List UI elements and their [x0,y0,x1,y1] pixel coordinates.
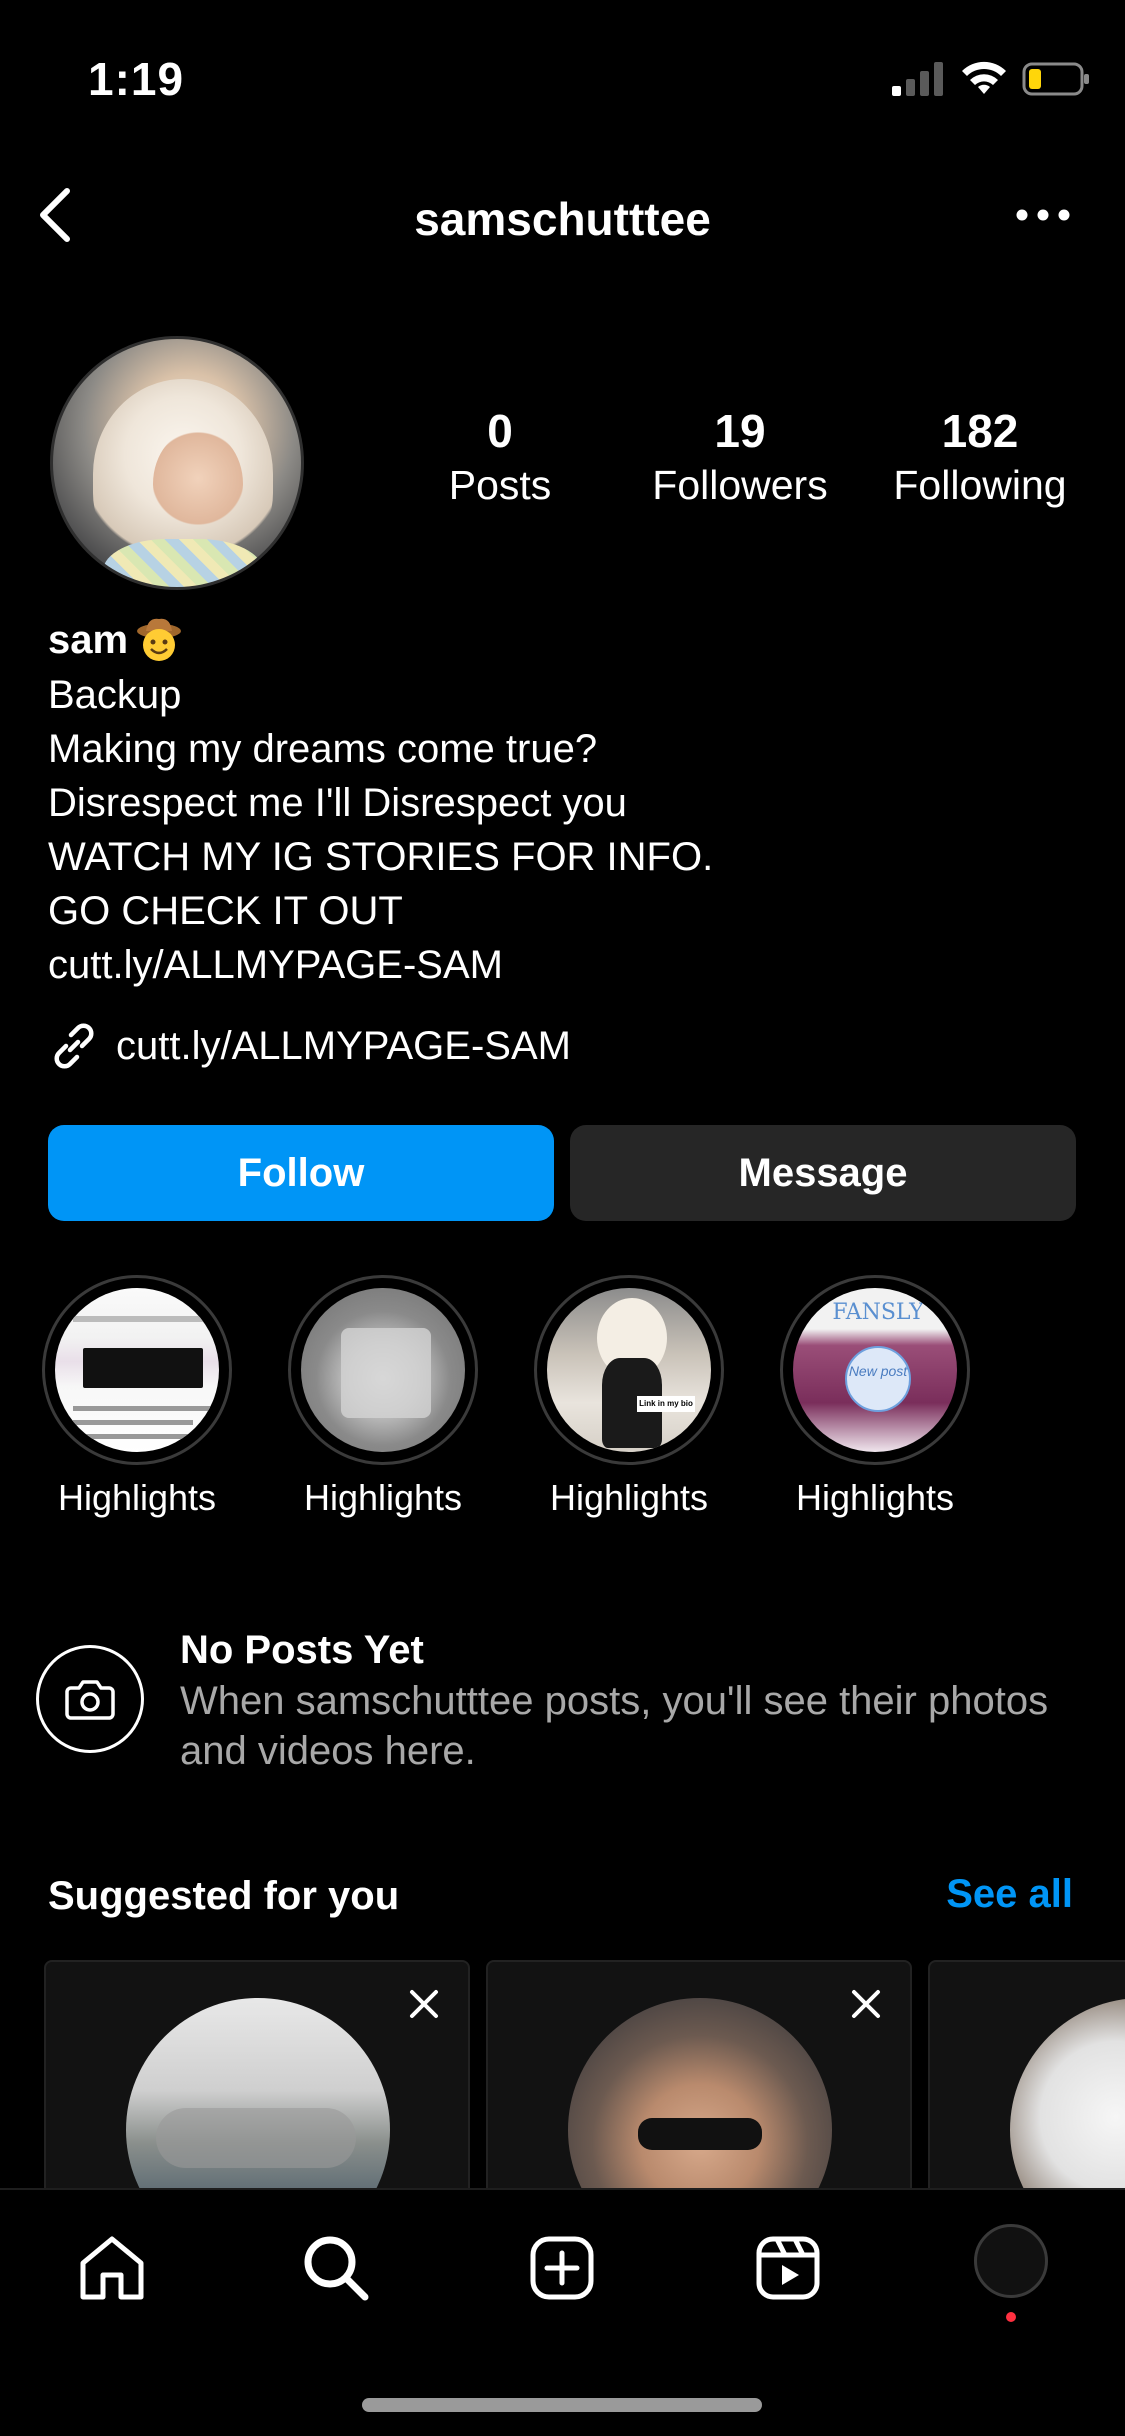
highlight-label: Highlights [795,1477,955,1518]
suggested-card[interactable] [486,1960,912,2190]
add-post-icon [530,2236,594,2300]
bio-line: cutt.ly/ALLMYPAGE-SAM [48,943,503,987]
home-indicator [362,2398,762,2412]
battery-icon [1022,62,1089,96]
tab-reels[interactable] [750,2230,826,2306]
top-nav: samschutttee [0,170,1125,260]
suggested-avatar [1010,1998,1125,2190]
posts-stat: 0 Posts [430,404,570,509]
highlight-cover [301,1288,465,1452]
status-bar: 1:19 [0,0,1125,140]
bio-line: Making my dreams come true? [48,727,598,771]
highlight-label: Highlights [303,1477,463,1518]
camera-icon [65,1680,115,1720]
suggested-card[interactable] [928,1960,1125,2190]
highlight-fansly-text: FANSLY [832,1300,924,1325]
see-all-link[interactable]: See all [946,1872,1073,1917]
highlight-link-in-bio-text: Link in my bio [637,1396,695,1412]
profile-link[interactable]: cutt.ly/ALLMYPAGE-SAM [48,1020,571,1072]
highlight-item[interactable]: FANSLY New post Highlights [780,1275,970,1519]
following-count: 182 [941,405,1019,457]
suggested-avatar [126,1998,390,2190]
home-icon [80,2236,144,2300]
profile-username-title: samschutttee [414,193,711,245]
link-icon [54,1023,94,1069]
highlight-ring: Link in my bio [534,1275,724,1465]
more-horizontal-icon [1016,209,1070,221]
highlight-label: Highlights [57,1477,217,1518]
no-posts-text: When samschutttee posts, you'll see thei… [180,1679,1049,1773]
bio-line: Disrespect me I'll Disrespect you [48,781,627,825]
followers-label: Followers [652,462,828,508]
highlight-item[interactable]: Highlights [288,1275,478,1519]
wifi-icon [962,61,1006,94]
highlight-cover [55,1288,219,1452]
highlight-ring [288,1275,478,1465]
highlight-cover: Link in my bio [547,1288,711,1452]
profile-avatar[interactable] [50,336,304,590]
posts-count: 0 [487,405,513,457]
profile-link-text[interactable]: cutt.ly/ALLMYPAGE-SAM [116,1024,571,1069]
profile-name-row: sam [48,612,1088,668]
highlight-item[interactable]: Highlights [42,1275,232,1519]
highlight-ring: FANSLY New post [780,1275,970,1465]
tab-create[interactable] [524,2230,600,2306]
status-time: 1:19 [88,53,185,105]
profile-display-name: sam [48,617,129,662]
tab-search[interactable] [298,2230,374,2306]
search-icon [304,2236,369,2301]
profile-bio: sam Backup Making my dreams come true? D… [48,612,1088,992]
highlight-label: Highlights [549,1477,709,1518]
highlight-cover: FANSLY New post [793,1288,957,1452]
cowboy-emoji-icon [137,618,182,661]
tab-home[interactable] [74,2230,150,2306]
suggested-title: Suggested for you [48,1874,400,1918]
followers-stat[interactable]: 19 Followers [640,404,840,509]
highlight-new-post-text: New post [845,1346,911,1412]
message-button[interactable]: Message [570,1125,1076,1221]
no-posts-title: No Posts Yet [180,1628,424,1672]
bio-line: Backup [48,673,182,717]
notification-dot [1006,2312,1016,2322]
followers-count: 19 [714,405,766,457]
posts-label: Posts [448,462,552,508]
reels-icon [756,2236,820,2300]
following-stat[interactable]: 182 Following [880,404,1080,509]
no-posts-camera [36,1645,144,1753]
close-icon[interactable] [406,1986,442,2022]
close-icon[interactable] [848,1986,884,2022]
more-options-button[interactable] [1008,190,1078,240]
highlight-item[interactable]: Link in my bio Highlights [534,1275,724,1519]
suggested-card[interactable] [44,1960,470,2190]
highlight-ring [42,1275,232,1465]
follow-button[interactable]: Follow [48,1125,554,1221]
tab-profile-avatar[interactable] [974,2224,1048,2298]
suggested-avatar [568,1998,832,2190]
cellular-signal-icon [892,62,943,96]
bio-line: GO CHECK IT OUT [48,889,403,933]
bio-line: WATCH MY IG STORIES FOR INFO. [48,835,714,879]
following-label: Following [893,462,1067,508]
